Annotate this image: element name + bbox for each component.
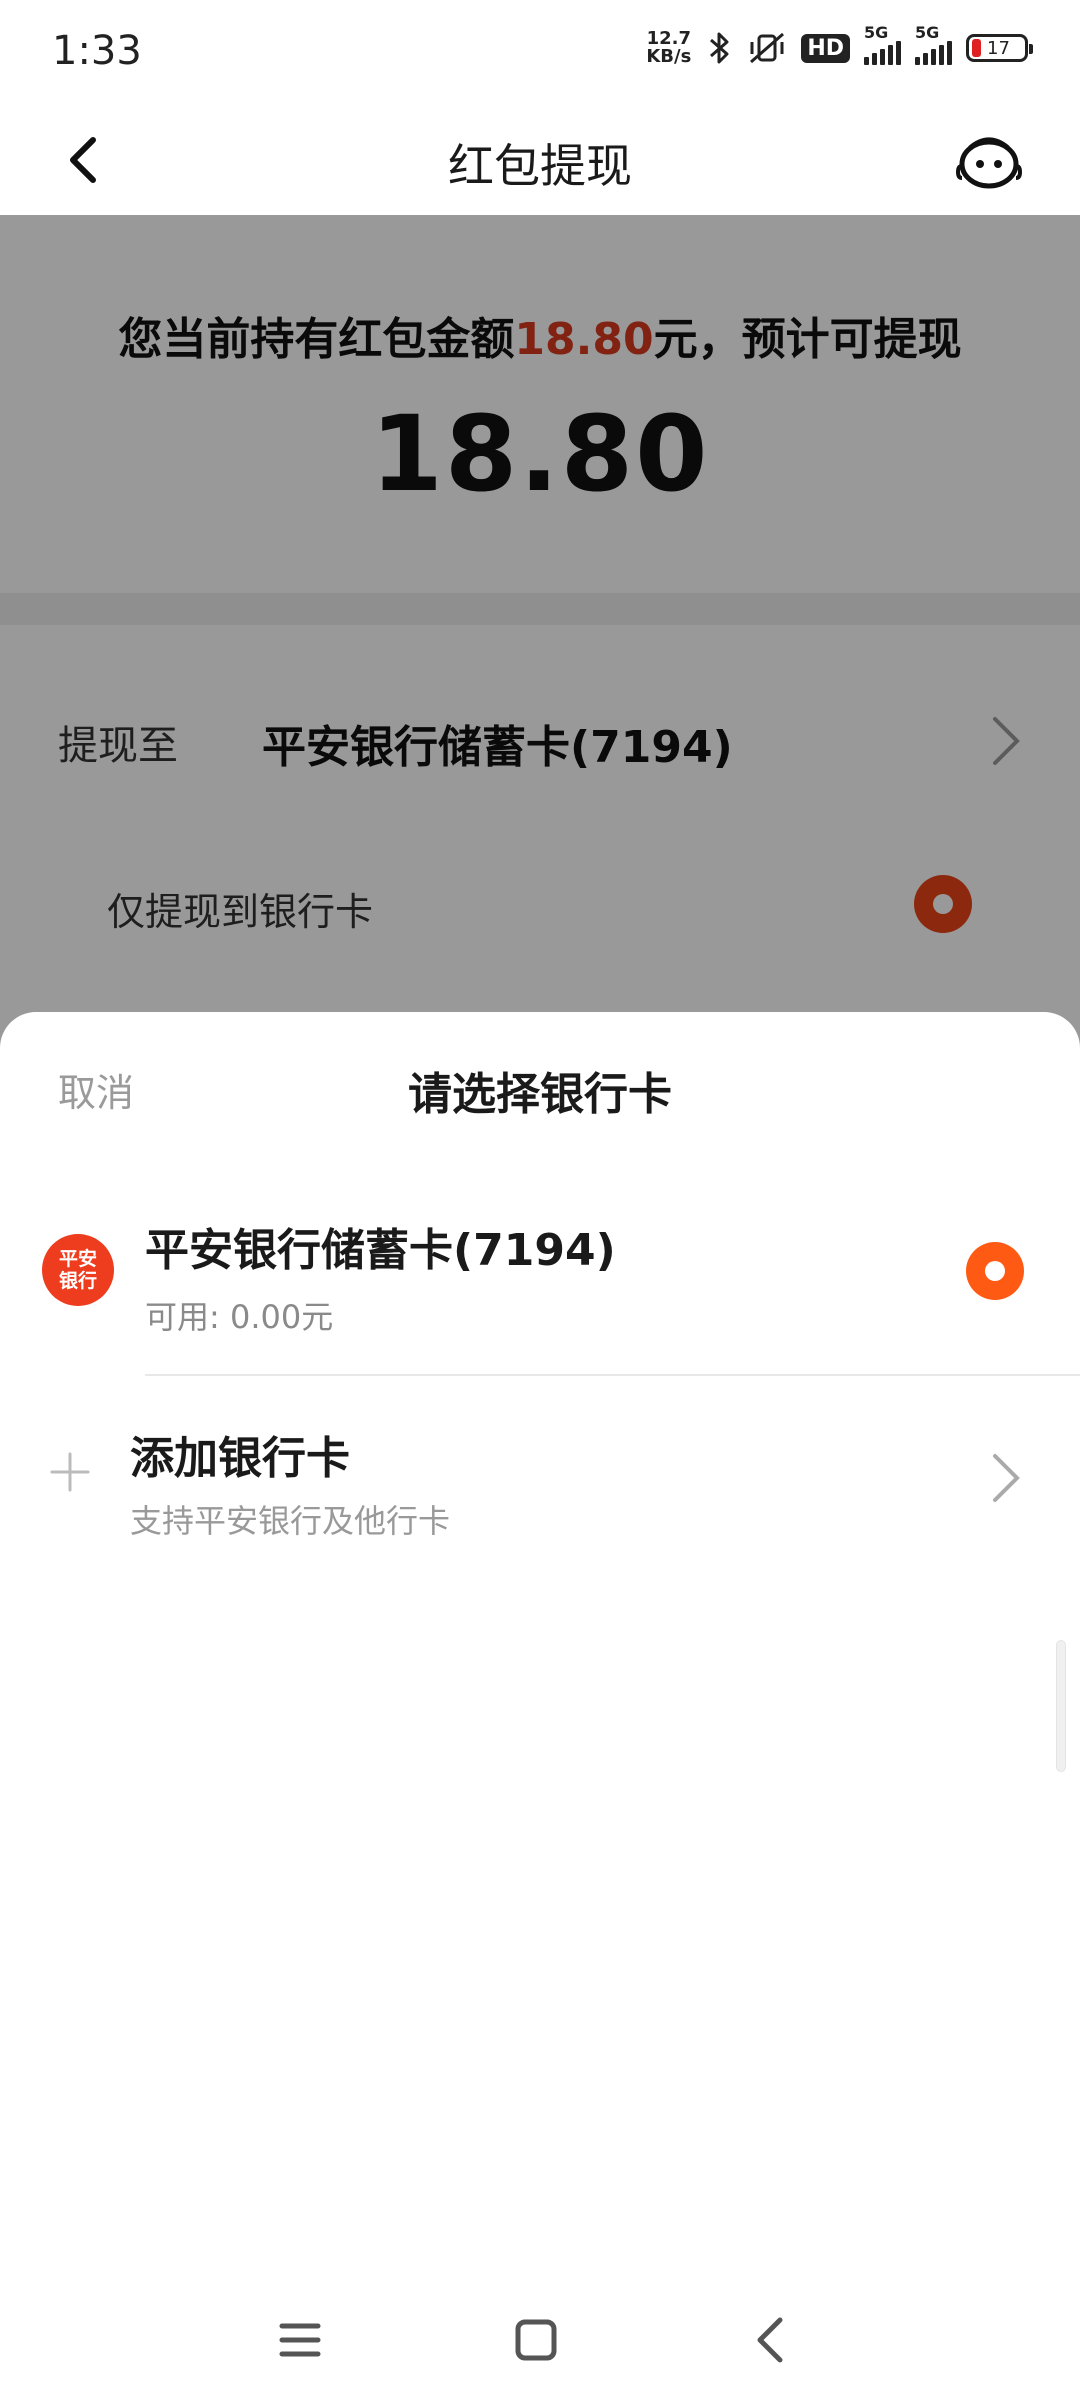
vibrate-off-icon xyxy=(750,32,785,64)
menu-icon[interactable] xyxy=(270,2310,330,2370)
bank-card-option[interactable]: 平安 银行 平安银行储蓄卡(7194) 可用: 0.00元 xyxy=(0,1172,1080,1377)
status-bar: 1:33 12.7 KB/s HD 5G 5G 17 xyxy=(0,0,1080,110)
pingan-bank-logo: 平安 银行 xyxy=(42,1234,114,1306)
signal-icon: 5G xyxy=(864,23,901,65)
battery-level: 17 xyxy=(987,37,1010,59)
signal-2-label: 5G xyxy=(915,23,940,42)
system-nav-bar xyxy=(0,2290,1080,2400)
network-speed: 12.7 KB/s xyxy=(646,30,691,66)
home-icon[interactable] xyxy=(506,2310,566,2370)
bank-card-available: 可用: 0.00元 xyxy=(145,1298,334,1336)
list-divider xyxy=(145,1374,1080,1376)
screen: 1:33 12.7 KB/s HD 5G 5G 17 红包提现 您当前持有红包金… xyxy=(0,0,1080,2400)
status-time: 1:33 xyxy=(52,28,142,74)
customer-service-icon[interactable] xyxy=(954,126,1024,196)
bank-card-name: 平安银行储蓄卡(7194) xyxy=(145,1225,616,1276)
hd-badge: HD xyxy=(801,33,850,63)
signal-icon: 5G xyxy=(915,23,952,65)
bank-card-radio[interactable] xyxy=(966,1242,1024,1300)
network-speed-unit: KB/s xyxy=(646,46,692,67)
add-bank-card-option[interactable]: 添加银行卡 支持平安银行及他行卡 xyxy=(0,1380,1080,1580)
status-icons: 12.7 KB/s HD 5G 5G 17 xyxy=(646,23,1033,66)
page-title: 红包提现 xyxy=(448,139,632,193)
battery-icon: 17 xyxy=(966,34,1033,62)
app-bar: 红包提现 xyxy=(0,110,1080,215)
add-bank-card-subtitle: 支持平安银行及他行卡 xyxy=(130,1502,451,1540)
bank-logo-line2: 银行 xyxy=(58,1270,97,1292)
scrollbar[interactable] xyxy=(1056,1640,1066,1772)
add-bank-card-title: 添加银行卡 xyxy=(130,1433,350,1484)
bank-logo-line1: 平安 xyxy=(58,1248,97,1270)
select-bank-sheet: 取消 请选择银行卡 平安 银行 平安银行储蓄卡(7194) 可用: 0.00元 … xyxy=(0,1012,1080,2400)
sheet-title: 请选择银行卡 xyxy=(408,1069,672,1120)
plus-icon xyxy=(50,1452,90,1492)
back-nav-icon[interactable] xyxy=(742,2310,802,2370)
signal-1-label: 5G xyxy=(864,23,889,42)
bluetooth-icon xyxy=(710,32,729,64)
chevron-right-icon xyxy=(993,1454,1020,1502)
